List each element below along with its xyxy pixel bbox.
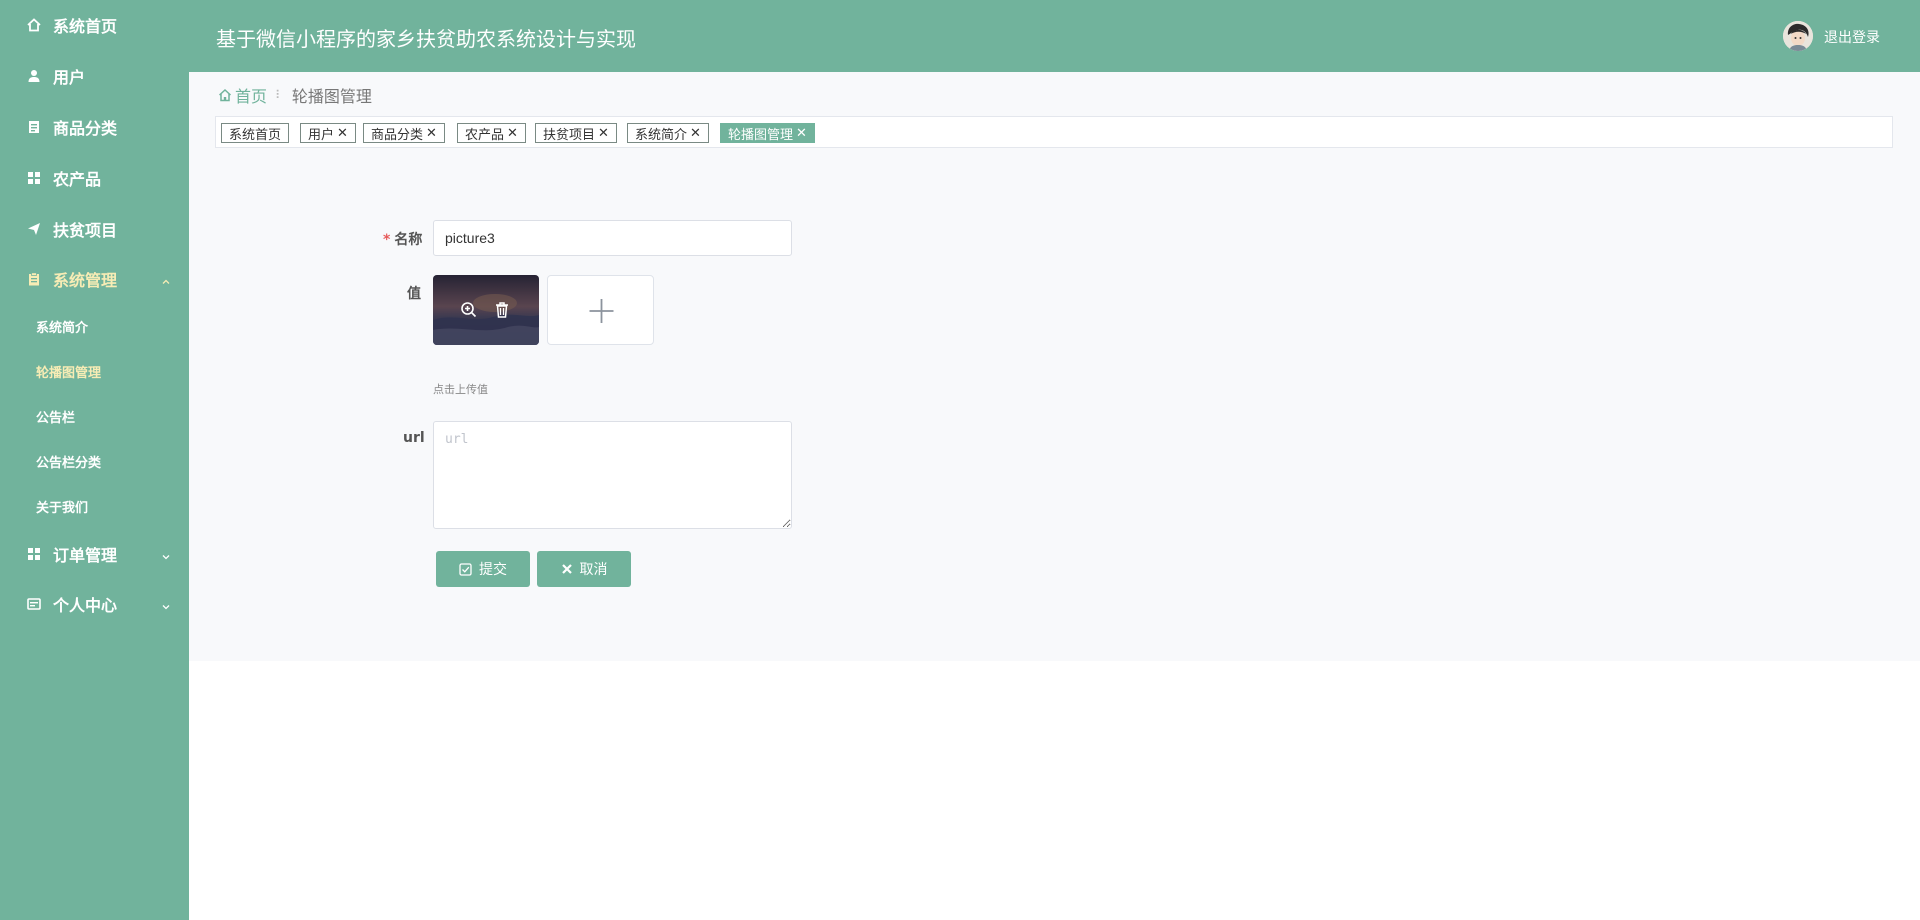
- sidebar-subitem-notice-board[interactable]: 公告栏: [36, 405, 75, 427]
- app-title: 基于微信小程序的家乡扶贫助农系统设计与实现: [216, 27, 636, 51]
- zoom-in-icon[interactable]: [459, 300, 479, 320]
- tag-label: 系统首页: [229, 127, 282, 143]
- sidebar-item-personal-center[interactable]: 个人中心: [0, 589, 189, 619]
- upload-hint: 点击上传值: [433, 383, 488, 396]
- sidebar-item-label: 商品分类: [53, 119, 118, 138]
- sidebar-item-label: 用户: [53, 68, 86, 87]
- value-label: 值: [407, 286, 421, 302]
- sidebar: 系统首页 用户 商品分类 农产品 扶贫项目 系统管理 系统简介 轮播图管理 公告…: [0, 0, 189, 920]
- sidebar-item-label: 农产品: [53, 170, 102, 189]
- tag-users[interactable]: 用户 ✕: [300, 123, 356, 143]
- top-header: 基于微信小程序的家乡扶贫助农系统设计与实现 退出登录: [189, 0, 1920, 72]
- delete-icon[interactable]: [492, 300, 512, 320]
- tag-poverty-projects[interactable]: 扶贫项目 ✕: [535, 123, 617, 143]
- id-card-icon: [27, 597, 41, 611]
- sidebar-item-home[interactable]: 系统首页: [0, 10, 189, 40]
- sidebar-subitem-notice-category[interactable]: 公告栏分类: [36, 450, 101, 472]
- cancel-button-label: 取消: [579, 561, 608, 577]
- name-input[interactable]: [433, 220, 792, 256]
- tag-product-category[interactable]: 商品分类 ✕: [363, 123, 445, 143]
- grid-icon: [27, 547, 41, 561]
- sidebar-item-label: 个人中心: [53, 596, 118, 615]
- breadcrumb-home[interactable]: 首页: [218, 83, 267, 107]
- tag-label: 商品分类: [371, 127, 424, 143]
- grid-icon: [27, 171, 41, 185]
- tag-label: 扶贫项目: [543, 127, 596, 143]
- tag-carousel-management[interactable]: 轮播图管理 ✕: [720, 123, 815, 143]
- image-upload-button[interactable]: [547, 275, 654, 345]
- image-hover-overlay: [433, 275, 539, 345]
- avatar[interactable]: [1783, 21, 1813, 51]
- tag-label: 轮播图管理: [728, 127, 794, 143]
- sidebar-item-farm-products[interactable]: 农产品: [0, 163, 189, 193]
- close-icon[interactable]: ✕: [426, 126, 437, 141]
- tag-system-intro[interactable]: 系统简介 ✕: [627, 123, 709, 143]
- plus-icon: [589, 299, 614, 323]
- sidebar-subitem-about-us[interactable]: 关于我们: [36, 495, 88, 517]
- cancel-button[interactable]: 取消: [537, 551, 631, 587]
- url-textarea[interactable]: [433, 421, 792, 529]
- sidebar-item-product-category[interactable]: 商品分类: [0, 112, 189, 142]
- close-icon[interactable]: ✕: [507, 126, 518, 141]
- sidebar-item-label: 订单管理: [53, 546, 118, 565]
- close-icon[interactable]: ✕: [690, 126, 701, 141]
- tag-label: 系统简介: [635, 127, 688, 143]
- name-label: * 名称: [383, 229, 422, 249]
- close-icon[interactable]: ✕: [598, 126, 609, 141]
- chevron-down-icon: [160, 548, 172, 560]
- sidebar-item-system-management[interactable]: 系统管理: [0, 264, 189, 294]
- sidebar-item-users[interactable]: 用户: [0, 61, 189, 91]
- send-icon: [27, 222, 41, 236]
- submit-button[interactable]: 提交: [436, 551, 530, 587]
- tags-bar: 系统首页 用户 ✕ 商品分类 ✕ 农产品 ✕ 扶贫项目 ✕ 系统简介 ✕ 轮播图管理 ✕: [215, 116, 1893, 148]
- sidebar-item-label: 系统首页: [53, 17, 118, 36]
- uploaded-image-thumbnail[interactable]: [433, 275, 539, 345]
- tag-system-home[interactable]: 系统首页: [221, 123, 290, 143]
- required-marker: *: [383, 232, 391, 248]
- logout-link[interactable]: 退出登录: [1824, 27, 1880, 47]
- home-icon: [27, 18, 41, 32]
- close-icon[interactable]: ✕: [796, 126, 807, 141]
- sidebar-subitem-carousel-management[interactable]: 轮播图管理: [36, 360, 101, 382]
- document-icon: [27, 120, 41, 134]
- close-icon: [561, 563, 573, 575]
- tag-farm-products[interactable]: 农产品 ✕: [457, 123, 526, 143]
- breadcrumb-home-label: 首页: [235, 87, 268, 106]
- home-icon: [218, 88, 232, 102]
- sidebar-item-label: 扶贫项目: [53, 221, 118, 240]
- clipboard-icon: [27, 272, 41, 286]
- breadcrumb: 首页 ⠇ 轮播图管理: [218, 84, 372, 106]
- breadcrumb-current: 轮播图管理: [291, 87, 372, 106]
- check-square-icon: [459, 562, 472, 576]
- url-label: url: [403, 430, 425, 446]
- sidebar-item-poverty-projects[interactable]: 扶贫项目: [0, 214, 189, 244]
- submit-button-label: 提交: [479, 561, 507, 577]
- sidebar-subitem-system-intro[interactable]: 系统简介: [36, 315, 88, 337]
- breadcrumb-separator-icon: ⠇: [275, 88, 284, 102]
- tag-label: 用户: [308, 127, 335, 143]
- tag-label: 农产品: [465, 127, 505, 143]
- sidebar-item-label: 系统管理: [53, 271, 118, 290]
- sidebar-item-order-management[interactable]: 订单管理: [0, 539, 189, 569]
- user-icon: [27, 69, 41, 83]
- name-label-text: 名称: [394, 232, 423, 248]
- close-icon[interactable]: ✕: [337, 126, 348, 141]
- chevron-up-icon: [160, 273, 172, 285]
- chevron-down-icon: [160, 598, 172, 610]
